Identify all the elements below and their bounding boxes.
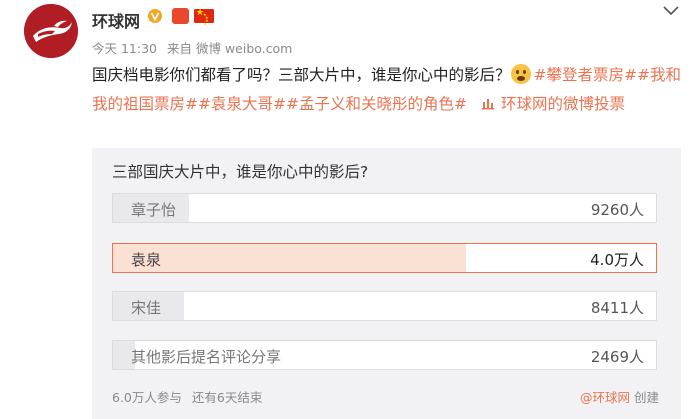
poll-remaining: 还有6天结束 bbox=[191, 390, 263, 405]
poll-footer: 6.0万人参与 还有6天结束 bbox=[112, 387, 268, 406]
poll-option-bar bbox=[113, 244, 466, 272]
hashtag-1[interactable]: #攀登者票房# bbox=[534, 66, 637, 84]
post-time[interactable]: 今天 11:30 bbox=[92, 41, 157, 56]
vote-link[interactable]: 环球网的微博投票 bbox=[501, 95, 625, 113]
poll-option-2[interactable]: 袁泉 4.0万人 bbox=[112, 243, 657, 273]
poll-creator: @环球网 创建 bbox=[580, 387, 659, 406]
verified-icon bbox=[148, 9, 162, 23]
china-flag-icon: ★ ★ ★ ★ ★ bbox=[194, 9, 214, 26]
poll-option-1[interactable]: 章子怡 9260人 bbox=[112, 193, 657, 223]
poll-question: 三部国庆大片中，谁是你心中的影后? bbox=[112, 163, 369, 181]
poll-option-count: 4.0万人 bbox=[590, 251, 644, 269]
poll-option-3[interactable]: 宋佳 8411人 bbox=[112, 291, 657, 321]
poll-option-count: 8411人 bbox=[590, 299, 644, 317]
creator-action: 创建 bbox=[633, 390, 659, 405]
post-text: 国庆档电影你们都看了吗？三部大片中，谁是你心中的影后？ #攀登者票房##我和我的祖… bbox=[92, 61, 682, 119]
vote-icon bbox=[481, 99, 494, 110]
post-intro: 国庆档电影你们都看了吗？三部大片中，谁是你心中的影后？ bbox=[92, 66, 511, 84]
post-meta: 今天 11:30 来自 微博 weibo.com bbox=[92, 38, 298, 57]
poll-participants: 6.0万人参与 bbox=[112, 390, 182, 405]
shock-emoji-icon bbox=[510, 64, 531, 84]
poll-option-4[interactable]: 其他影后提名评论分享 2469人 bbox=[112, 340, 657, 370]
poll-option-label: 宋佳 bbox=[131, 299, 162, 317]
poll-option-label: 章子怡 bbox=[131, 201, 177, 219]
creator-link[interactable]: @环球网 bbox=[580, 390, 630, 405]
medal-icon bbox=[172, 8, 189, 24]
poll-option-label: 袁泉 bbox=[131, 251, 162, 269]
chevron-down-icon[interactable] bbox=[661, 4, 681, 18]
hashtag-3[interactable]: #袁泉大哥# bbox=[198, 95, 286, 113]
post-source[interactable]: 来自 微博 weibo.com bbox=[167, 41, 292, 56]
account-name[interactable]: 环球网 bbox=[92, 8, 140, 32]
poll-option-count: 9260人 bbox=[590, 201, 644, 219]
poll-option-label: 其他影后提名评论分享 bbox=[131, 348, 282, 366]
hashtag-4[interactable]: #孟子义和关晓彤的角色# bbox=[286, 95, 467, 113]
avatar[interactable] bbox=[24, 4, 78, 58]
avatar-logo bbox=[24, 4, 78, 58]
poll-card: 三部国庆大片中，谁是你心中的影后? 章子怡 9260人 袁泉 4.0万人 宋佳 … bbox=[92, 148, 681, 419]
poll-option-count: 2469人 bbox=[590, 348, 644, 366]
